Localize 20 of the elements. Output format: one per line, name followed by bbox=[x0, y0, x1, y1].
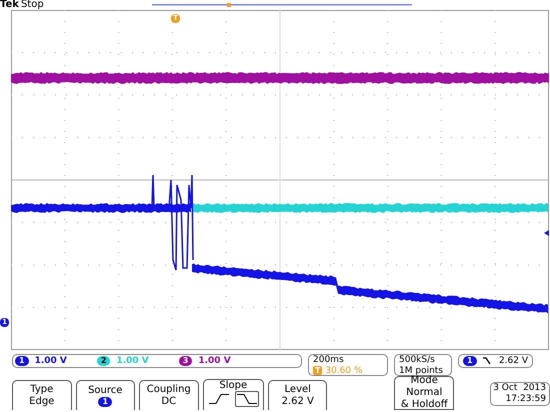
falling-edge-icon bbox=[482, 357, 491, 365]
channel-badge: 2 bbox=[96, 356, 110, 366]
menu-button[interactable]: Coupling DC bbox=[139, 380, 198, 410]
slope-label: Slope bbox=[219, 380, 248, 391]
channel-badge: 1 bbox=[15, 356, 29, 366]
channel-scale: 1.00 V bbox=[198, 356, 231, 366]
mode-button[interactable]: Mode Normal & Holdoff bbox=[394, 376, 454, 410]
menu-button[interactable]: Level 2.62 V bbox=[268, 380, 328, 410]
rising-edge-icon bbox=[209, 394, 230, 404]
channel-badge: 3 bbox=[178, 356, 192, 366]
timebase-readout: 200ms T 30.60 % bbox=[308, 354, 388, 376]
channel-scale: 1.00 V bbox=[116, 356, 149, 366]
trigger-level-arrow-icon bbox=[544, 230, 549, 236]
slope-option[interactable] bbox=[235, 391, 260, 407]
menu-button[interactable]: Type Edge bbox=[12, 380, 72, 410]
channel-scale: 1.00 V bbox=[34, 356, 67, 366]
falling-edge-icon bbox=[237, 394, 258, 404]
menu-button[interactable]: Source 1 bbox=[76, 380, 135, 410]
trigger-readout: 1 2.62 V bbox=[458, 354, 533, 368]
date-time-readout: 3 Oct 2013 17:23:59 bbox=[490, 382, 550, 406]
